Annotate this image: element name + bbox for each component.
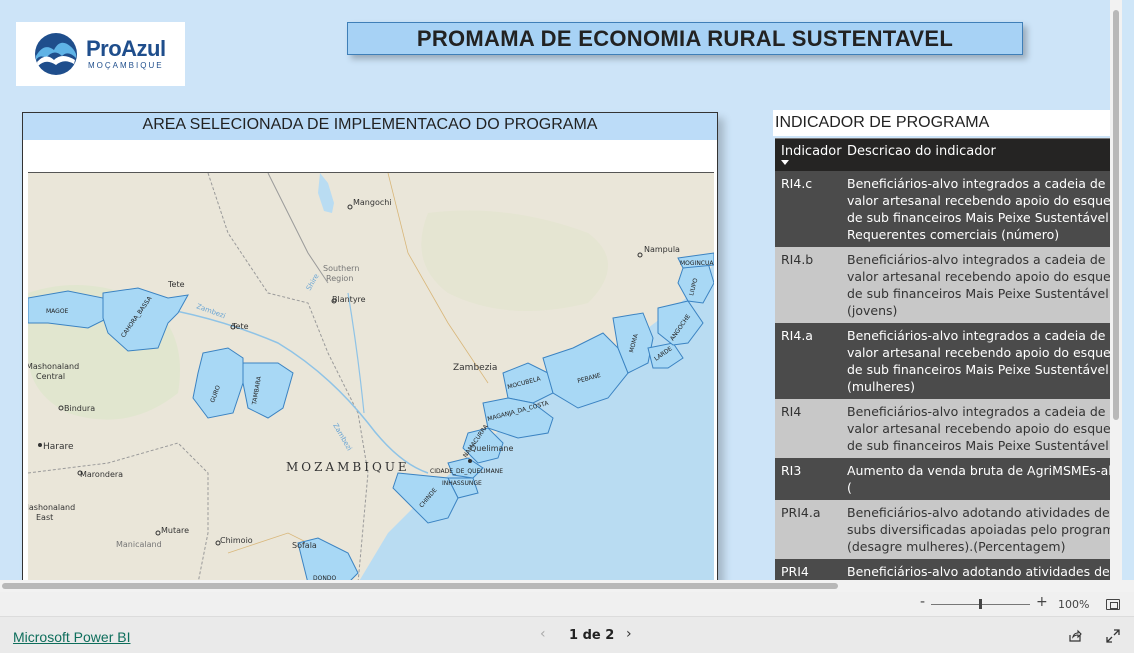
svg-text:CIDADE_DE_QUELIMANE: CIDADE_DE_QUELIMANE xyxy=(430,468,503,475)
table-row[interactable]: RI4 Beneficiários-alvo integrados a cadei… xyxy=(775,399,1122,458)
svg-text:East: East xyxy=(36,513,53,522)
logo-name: ProAzul xyxy=(86,36,166,61)
indicator-visual[interactable]: INDICADOR DE PROGRAMA Indicador Descrica… xyxy=(773,110,1122,580)
svg-text:Bindura: Bindura xyxy=(64,404,95,413)
indicator-code-cell: RI3 xyxy=(781,463,802,478)
table-row[interactable]: RI4.b Beneficiários-alvo integrados a cad… xyxy=(775,247,1122,323)
indicator-code-cell: RI4.b xyxy=(781,252,814,267)
svg-text:Mashonaland: Mashonaland xyxy=(28,503,75,512)
column-header-code[interactable]: Indicador xyxy=(775,139,842,171)
power-bi-link[interactable]: Microsoft Power BI xyxy=(13,629,130,645)
indicator-description-cell: Beneficiários-alvo adotando atividades d… xyxy=(847,505,1122,554)
zoom-level: 100% xyxy=(1058,598,1090,611)
indicator-code-cell: PRI4 xyxy=(781,564,809,579)
svg-text:Marondera: Marondera xyxy=(80,470,123,479)
table-header-row: Indicador Descricao do indicador xyxy=(775,139,1122,171)
horizontal-scroll-thumb[interactable] xyxy=(2,583,838,589)
svg-text:Mashonaland: Mashonaland xyxy=(28,362,79,371)
svg-text:INHASSUNGE: INHASSUNGE xyxy=(442,480,482,487)
indicator-description-cell: Beneficiários-alvo integrados a cadeia d… xyxy=(847,404,1122,453)
report-title-banner: PROMAMA DE ECONOMIA RURAL SUSTENTAVEL xyxy=(347,22,1023,55)
table-row[interactable]: PRI4.a Beneficiários-alvo adotando ativid… xyxy=(775,500,1122,559)
svg-text:Quelimane: Quelimane xyxy=(470,444,514,453)
indicator-description-cell: Aumento da venda bruta de AgriMSMEs-alvo… xyxy=(847,463,1122,495)
previous-page-button[interactable]: ‹ xyxy=(540,626,546,642)
svg-text:Nampula: Nampula xyxy=(644,245,680,254)
indicator-code-cell: RI4.a xyxy=(781,328,813,343)
indicator-code-cell: PRI4.a xyxy=(781,505,821,520)
vertical-scroll-thumb[interactable] xyxy=(1113,10,1119,420)
table-row[interactable]: RI4.c Beneficiários-alvo integrados a cad… xyxy=(775,171,1122,247)
svg-text:Zambezia: Zambezia xyxy=(453,363,497,373)
svg-text:Mangochi: Mangochi xyxy=(353,198,392,207)
map-slicer-area[interactable] xyxy=(28,140,714,173)
indicator-description-cell: Beneficiários-alvo integrados a cadeia d… xyxy=(847,328,1122,394)
fullscreen-icon[interactable] xyxy=(1106,629,1120,643)
svg-text:Chimoio: Chimoio xyxy=(220,536,253,545)
wave-logo-icon xyxy=(35,33,77,75)
svg-text:Blantyre: Blantyre xyxy=(332,295,366,304)
indicator-code-cell: RI4 xyxy=(781,404,802,419)
mozambique-map: MAGOE CAHORA_BASSA GURO TAMBARA MOCUBELA… xyxy=(23,172,717,580)
scrollbar-corner xyxy=(1122,580,1134,592)
indicator-description-cell: Beneficiários-alvo integrados a cadeia d… xyxy=(847,252,1122,318)
page-indicator: 1 de 2 xyxy=(569,628,615,643)
vertical-scrollbar[interactable] xyxy=(1110,0,1122,580)
map-header: AREA SELECIONADA DE IMPLEMENTACAO DO PRO… xyxy=(23,113,717,140)
fit-to-page-icon[interactable] xyxy=(1106,599,1120,610)
logo-subtitle: MOÇAMBIQUE xyxy=(88,61,164,70)
indicator-description-cell: Beneficiários-alvo integrados a cadeia d… xyxy=(847,176,1122,242)
indicator-table[interactable]: Indicador Descricao do indicador RI4.c Be… xyxy=(775,138,1122,580)
indicator-title: INDICADOR DE PROGRAMA xyxy=(773,110,1122,136)
svg-text:Manicaland: Manicaland xyxy=(116,540,162,549)
proazul-logo: ProAzul MOÇAMBIQUE xyxy=(16,22,185,86)
next-page-button[interactable]: › xyxy=(626,626,632,642)
country-label: MOZAMBIQUE xyxy=(286,460,410,474)
svg-text:Harare: Harare xyxy=(43,442,74,452)
map-visual[interactable]: AREA SELECIONADA DE IMPLEMENTACAO DO PRO… xyxy=(22,112,718,580)
report-title: PROMAMA DE ECONOMIA RURAL SUSTENTAVEL xyxy=(416,25,954,51)
svg-text:Tete: Tete xyxy=(167,280,185,289)
footer-bar: Microsoft Power BI ‹ 1 de 2 › xyxy=(0,616,1134,653)
horizontal-scrollbar[interactable] xyxy=(0,580,1122,592)
zoom-bar: - + 100% xyxy=(0,592,1134,616)
svg-text:MAGOE: MAGOE xyxy=(46,308,69,315)
svg-text:Southern: Southern xyxy=(323,264,359,273)
table-body: RI4.c Beneficiários-alvo integrados a cad… xyxy=(775,171,1122,580)
zoom-in-button[interactable]: + xyxy=(1036,594,1048,610)
svg-text:Mutare: Mutare xyxy=(161,526,189,535)
map-canvas[interactable]: MAGOE CAHORA_BASSA GURO TAMBARA MOCUBELA… xyxy=(23,172,717,580)
zoom-out-button[interactable]: - xyxy=(920,594,925,610)
table-row[interactable]: PRI4 Beneficiários-alvo adotando atividad… xyxy=(775,559,1122,580)
report-canvas: ProAzul MOÇAMBIQUE PROMAMA DE ECONOMIA R… xyxy=(0,0,1122,580)
svg-text:Region: Region xyxy=(326,274,353,283)
svg-text:Tete: Tete xyxy=(231,322,249,331)
table-row[interactable]: RI4.a Beneficiários-alvo integrados a cad… xyxy=(775,323,1122,399)
svg-text:Central: Central xyxy=(36,372,65,381)
sort-desc-icon[interactable] xyxy=(781,160,789,165)
svg-text:MOGINCUAL: MOGINCUAL xyxy=(680,260,714,267)
column-header-description[interactable]: Descricao do indicador xyxy=(841,139,996,171)
svg-text:Sofala: Sofala xyxy=(292,541,317,550)
indicator-description-cell: Beneficiários-alvo adotando atividades d… xyxy=(847,564,1110,579)
table-row[interactable]: RI3 Aumento da venda bruta de AgriMSMEs-a… xyxy=(775,458,1122,500)
zoom-slider-thumb[interactable] xyxy=(979,599,982,609)
indicator-code-cell: RI4.c xyxy=(781,176,813,191)
share-icon[interactable] xyxy=(1068,629,1082,643)
